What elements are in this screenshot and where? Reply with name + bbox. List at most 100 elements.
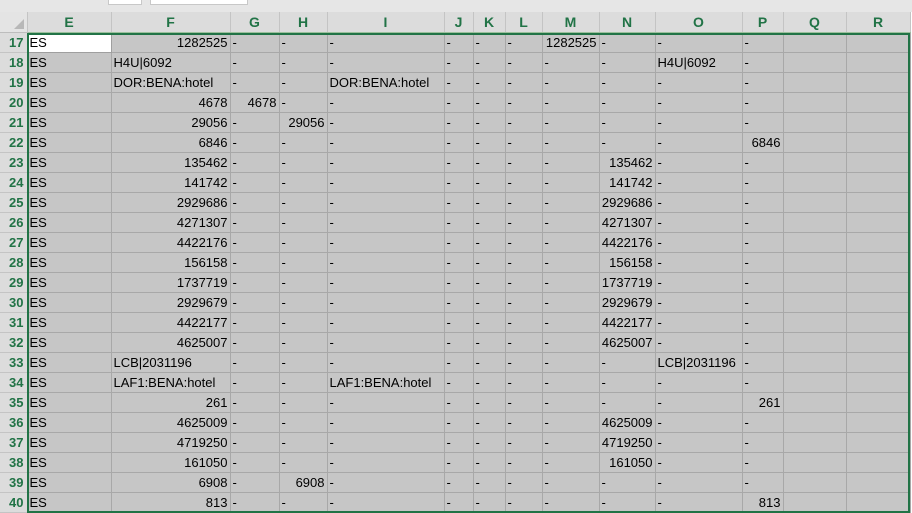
cell-f27[interactable]: 4422176 — [111, 232, 231, 253]
cell-l40[interactable]: - — [505, 492, 543, 513]
cell-o27[interactable]: - — [655, 232, 743, 253]
column-header-n[interactable]: N — [599, 12, 656, 33]
cell-n18[interactable]: - — [599, 52, 656, 73]
cell-n27[interactable]: 4422176 — [599, 232, 656, 253]
column-header-m[interactable]: M — [542, 12, 600, 33]
cell-j18[interactable]: - — [444, 52, 474, 73]
row-header-25[interactable]: 25 — [0, 192, 28, 213]
cell-r25[interactable] — [846, 192, 911, 213]
cell-i34[interactable]: LAF1:BENA:hotel — [327, 372, 445, 393]
cell-n39[interactable]: - — [599, 472, 656, 493]
cell-q31[interactable] — [783, 312, 847, 333]
cell-e21[interactable]: ES — [27, 112, 112, 133]
cell-j24[interactable]: - — [444, 172, 474, 193]
cell-m28[interactable]: - — [542, 252, 600, 273]
cell-j25[interactable]: - — [444, 192, 474, 213]
cell-h17[interactable]: - — [279, 32, 328, 53]
cell-f25[interactable]: 2929686 — [111, 192, 231, 213]
column-header-e[interactable]: E — [27, 12, 112, 33]
cell-n19[interactable]: - — [599, 72, 656, 93]
cell-q29[interactable] — [783, 272, 847, 293]
cell-k25[interactable]: - — [473, 192, 506, 213]
cell-p32[interactable]: - — [742, 332, 784, 353]
cell-h39[interactable]: 6908 — [279, 472, 328, 493]
cell-h20[interactable]: - — [279, 92, 328, 113]
cell-j36[interactable]: - — [444, 412, 474, 433]
cell-r34[interactable] — [846, 372, 911, 393]
cell-j22[interactable]: - — [444, 132, 474, 153]
cell-i25[interactable]: - — [327, 192, 445, 213]
cell-o19[interactable]: - — [655, 72, 743, 93]
row-header-34[interactable]: 34 — [0, 372, 28, 393]
cell-l34[interactable]: - — [505, 372, 543, 393]
cell-q39[interactable] — [783, 472, 847, 493]
cell-h18[interactable]: - — [279, 52, 328, 73]
cell-g36[interactable]: - — [230, 412, 280, 433]
cell-n23[interactable]: 135462 — [599, 152, 656, 173]
cell-p31[interactable]: - — [742, 312, 784, 333]
cell-g28[interactable]: - — [230, 252, 280, 273]
cell-g30[interactable]: - — [230, 292, 280, 313]
cell-q21[interactable] — [783, 112, 847, 133]
cell-f26[interactable]: 4271307 — [111, 212, 231, 233]
cell-i29[interactable]: - — [327, 272, 445, 293]
row-header-26[interactable]: 26 — [0, 212, 28, 233]
cell-q24[interactable] — [783, 172, 847, 193]
cell-f21[interactable]: 29056 — [111, 112, 231, 133]
cell-f28[interactable]: 156158 — [111, 252, 231, 273]
cell-n38[interactable]: 161050 — [599, 452, 656, 473]
cell-r36[interactable] — [846, 412, 911, 433]
cell-i21[interactable]: - — [327, 112, 445, 133]
cell-g20[interactable]: 4678 — [230, 92, 280, 113]
cell-i38[interactable]: - — [327, 452, 445, 473]
cell-j34[interactable]: - — [444, 372, 474, 393]
cell-o35[interactable]: - — [655, 392, 743, 413]
cell-g40[interactable]: - — [230, 492, 280, 513]
cell-f30[interactable]: 2929679 — [111, 292, 231, 313]
cell-p23[interactable]: - — [742, 152, 784, 173]
column-header-f[interactable]: F — [111, 12, 231, 33]
cell-r40[interactable] — [846, 492, 911, 513]
cell-p38[interactable]: - — [742, 452, 784, 473]
cell-e36[interactable]: ES — [27, 412, 112, 433]
cell-r32[interactable] — [846, 332, 911, 353]
cell-e25[interactable]: ES — [27, 192, 112, 213]
cell-m18[interactable]: - — [542, 52, 600, 73]
cell-q30[interactable] — [783, 292, 847, 313]
cell-e33[interactable]: ES — [27, 352, 112, 373]
cell-q33[interactable] — [783, 352, 847, 373]
cell-l26[interactable]: - — [505, 212, 543, 233]
cell-r26[interactable] — [846, 212, 911, 233]
cell-r23[interactable] — [846, 152, 911, 173]
cell-k21[interactable]: - — [473, 112, 506, 133]
cell-e22[interactable]: ES — [27, 132, 112, 153]
row-header-18[interactable]: 18 — [0, 52, 28, 73]
cell-q17[interactable] — [783, 32, 847, 53]
cell-r37[interactable] — [846, 432, 911, 453]
cell-r30[interactable] — [846, 292, 911, 313]
cell-h33[interactable]: - — [279, 352, 328, 373]
row-header-24[interactable]: 24 — [0, 172, 28, 193]
cell-q35[interactable] — [783, 392, 847, 413]
cell-o26[interactable]: - — [655, 212, 743, 233]
cell-m23[interactable]: - — [542, 152, 600, 173]
cell-m21[interactable]: - — [542, 112, 600, 133]
cell-k39[interactable]: - — [473, 472, 506, 493]
cell-l37[interactable]: - — [505, 432, 543, 453]
row-header-28[interactable]: 28 — [0, 252, 28, 273]
cell-j26[interactable]: - — [444, 212, 474, 233]
cell-f29[interactable]: 1737719 — [111, 272, 231, 293]
cell-m33[interactable]: - — [542, 352, 600, 373]
cell-j33[interactable]: - — [444, 352, 474, 373]
cell-f24[interactable]: 141742 — [111, 172, 231, 193]
cell-o36[interactable]: - — [655, 412, 743, 433]
cell-k36[interactable]: - — [473, 412, 506, 433]
cell-g29[interactable]: - — [230, 272, 280, 293]
cell-f20[interactable]: 4678 — [111, 92, 231, 113]
cell-l32[interactable]: - — [505, 332, 543, 353]
cell-o24[interactable]: - — [655, 172, 743, 193]
cell-f40[interactable]: 813 — [111, 492, 231, 513]
cell-k27[interactable]: - — [473, 232, 506, 253]
sheet-tab[interactable] — [108, 0, 142, 5]
column-header-p[interactable]: P — [742, 12, 784, 33]
